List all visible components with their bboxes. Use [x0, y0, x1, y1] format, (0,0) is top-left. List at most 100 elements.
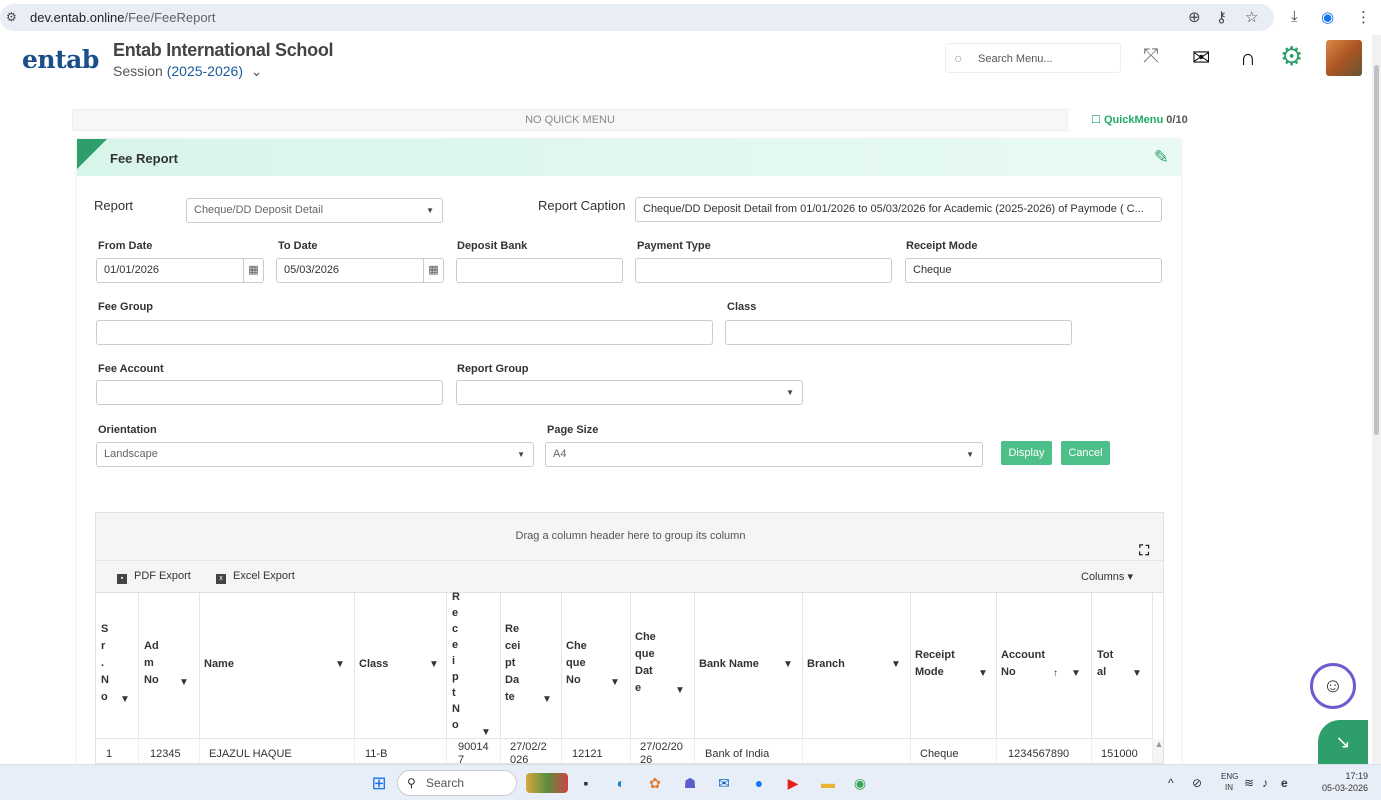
download-icon[interactable]: ⤓: [1291, 8, 1298, 25]
entab-tray-icon[interactable]: e: [1281, 776, 1288, 790]
excel-export-button[interactable]: x Excel Export: [216, 570, 295, 584]
filter-icon[interactable]: ▼: [891, 659, 901, 670]
support-chat-button[interactable]: ☺: [1310, 663, 1356, 709]
column-header-branch[interactable]: Branch ▼: [803, 593, 911, 739]
column-header-receiptdate[interactable]: Re cei pt Da te ▼: [501, 593, 562, 739]
filter-icon[interactable]: ▼: [481, 727, 491, 738]
filter-icon[interactable]: ▼: [1132, 668, 1142, 679]
receipt-mode-input[interactable]: Cheque: [905, 258, 1162, 283]
browser-menu-icon[interactable]: ⋮: [1356, 8, 1371, 26]
edit-icon[interactable]: ✎: [1154, 147, 1169, 168]
fullscreen-icon[interactable]: ⤧: [1143, 45, 1159, 68]
volume-icon[interactable]: ♪: [1262, 776, 1268, 790]
deposit-bank-input[interactable]: [456, 258, 623, 283]
from-date-input[interactable]: 01/01/2026 ▦: [96, 258, 264, 283]
column-header-bankname[interactable]: Bank Name ▼: [695, 593, 803, 739]
filter-icon[interactable]: ▼: [120, 694, 130, 705]
filter-icon[interactable]: ▼: [335, 659, 345, 670]
column-header-class[interactable]: Class ▼: [355, 593, 447, 739]
facebook-icon[interactable]: ●: [749, 773, 769, 793]
columns-menu-button[interactable]: Columns ▾: [1081, 570, 1133, 583]
report-grid: Drag a column header here to group its c…: [95, 512, 1164, 764]
tray-chevron-up-icon[interactable]: ^: [1168, 776, 1174, 790]
header-label: S r . N o: [101, 623, 109, 703]
arrow-collapse-icon: ↘: [1335, 732, 1351, 752]
column-header-accountno[interactable]: Account No ↑ ▼: [997, 593, 1092, 739]
group-panel[interactable]: Drag a column header here to group its c…: [96, 513, 1163, 561]
edge-browser-icon[interactable]: ◐: [611, 773, 631, 793]
column-header-chequedate[interactable]: Che que Dat e ▼: [631, 593, 695, 739]
chrome-icon[interactable]: ◉: [850, 773, 870, 793]
url-text[interactable]: dev.entab.online/Fee/FeeReport: [30, 10, 216, 25]
settings-gear-icon[interactable]: ⚙: [1280, 41, 1303, 72]
filter-icon[interactable]: ▼: [978, 668, 988, 679]
display-button[interactable]: Display: [1001, 441, 1052, 465]
chevron-down-icon: ▼: [517, 450, 525, 459]
wifi-icon[interactable]: ≋: [1244, 776, 1254, 790]
payment-type-input[interactable]: [635, 258, 892, 283]
header-label: Class: [359, 658, 389, 670]
filter-icon[interactable]: ▼: [179, 677, 189, 688]
class-input[interactable]: [725, 320, 1072, 345]
report-caption-input[interactable]: Cheque/DD Deposit Detail from 01/01/2026…: [635, 197, 1162, 222]
report-group-select[interactable]: ▼: [456, 380, 803, 405]
user-avatar[interactable]: [1326, 40, 1362, 76]
calendar-icon[interactable]: ▦: [243, 259, 263, 282]
cancel-button[interactable]: Cancel: [1061, 441, 1110, 465]
column-header-chequeno[interactable]: Che que No ▼: [562, 593, 631, 739]
page-size-select[interactable]: A4 ▼: [545, 442, 983, 467]
orientation-select[interactable]: Landscape ▼: [96, 442, 534, 467]
filter-icon[interactable]: ▼: [675, 685, 685, 696]
column-header-total[interactable]: Tot al ▼: [1092, 593, 1153, 739]
to-date-input[interactable]: 05/03/2026 ▦: [276, 258, 444, 283]
search-menu-input[interactable]: ○ Search Menu...: [945, 43, 1121, 73]
column-header-receiptmode[interactable]: Receipt Mode ▼: [911, 593, 997, 739]
session-selector[interactable]: Session (2025-2026) ⌄: [113, 63, 263, 80]
filter-icon[interactable]: ▼: [542, 694, 552, 705]
taskbar-search[interactable]: ⚲ Search: [397, 770, 517, 796]
outlook-icon[interactable]: ✉: [714, 773, 734, 793]
column-header-srno[interactable]: S r . N o ▼: [96, 593, 139, 739]
fee-account-input[interactable]: [96, 380, 443, 405]
cell-admno: 12345: [139, 739, 200, 763]
filter-icon[interactable]: ▼: [610, 677, 620, 688]
system-clock[interactable]: 17:19 05-03-2026: [1318, 770, 1368, 794]
windows-start-icon[interactable]: ⊞: [369, 773, 389, 793]
headset-icon[interactable]: ∩: [1240, 45, 1256, 71]
file-explorer-icon[interactable]: ▬: [818, 773, 838, 793]
column-header-admno[interactable]: Ad m No ▼: [139, 593, 200, 739]
password-key-icon[interactable]: ⚷: [1216, 8, 1227, 26]
sort-ascending-icon[interactable]: ↑: [1053, 668, 1058, 679]
youtube-icon[interactable]: ▶: [783, 773, 803, 793]
page-scrollbar-thumb[interactable]: [1374, 65, 1379, 435]
teams-icon[interactable]: ☗: [680, 773, 700, 793]
cell-receiptmode: Cheque: [911, 739, 997, 763]
filter-icon[interactable]: ▼: [783, 659, 793, 670]
grid-scrollbar[interactable]: ▲: [1153, 739, 1163, 763]
widgets-icon[interactable]: [526, 773, 568, 793]
quick-menu-link[interactable]: ☐ QuickMenu 0/10: [1091, 113, 1188, 126]
os-taskbar: ⊞ ⚲ Search ▪ ◐ ✿ ☗ ✉ ● ▶ ▬ ◉ ^ ⊘ ENG IN …: [0, 764, 1381, 800]
fee-group-input[interactable]: [96, 320, 713, 345]
zoom-icon[interactable]: ⊕: [1188, 8, 1201, 26]
page-scrollbar[interactable]: [1372, 35, 1381, 765]
entab-logo[interactable]: entab: [22, 45, 99, 74]
tray-network-off-icon[interactable]: ⊘: [1192, 776, 1202, 790]
language-indicator[interactable]: ENG IN: [1221, 771, 1238, 793]
bookmark-star-icon[interactable]: ☆: [1245, 8, 1258, 26]
report-group-label: Report Group: [457, 363, 529, 375]
mail-icon[interactable]: ✉: [1192, 45, 1210, 71]
corner-action-button[interactable]: ↘: [1318, 720, 1368, 764]
profile-icon[interactable]: ◉: [1321, 8, 1334, 26]
column-header-receiptno[interactable]: R e c e i p t N o ▼: [447, 591, 501, 739]
column-header-name[interactable]: Name ▼: [200, 593, 355, 739]
calendar-icon[interactable]: ▦: [423, 259, 443, 282]
filter-icon[interactable]: ▼: [1071, 668, 1081, 679]
task-view-icon[interactable]: ▪: [576, 773, 596, 793]
pdf-export-button[interactable]: ▪ PDF Export: [117, 570, 191, 584]
filter-icon[interactable]: ▼: [429, 659, 439, 670]
report-select[interactable]: Cheque/DD Deposit Detail ▼: [186, 198, 443, 223]
cell-receiptdate: 27/02/2 026: [501, 739, 562, 763]
site-info-icon[interactable]: ⚙: [6, 10, 17, 24]
copilot-icon[interactable]: ✿: [645, 773, 665, 793]
